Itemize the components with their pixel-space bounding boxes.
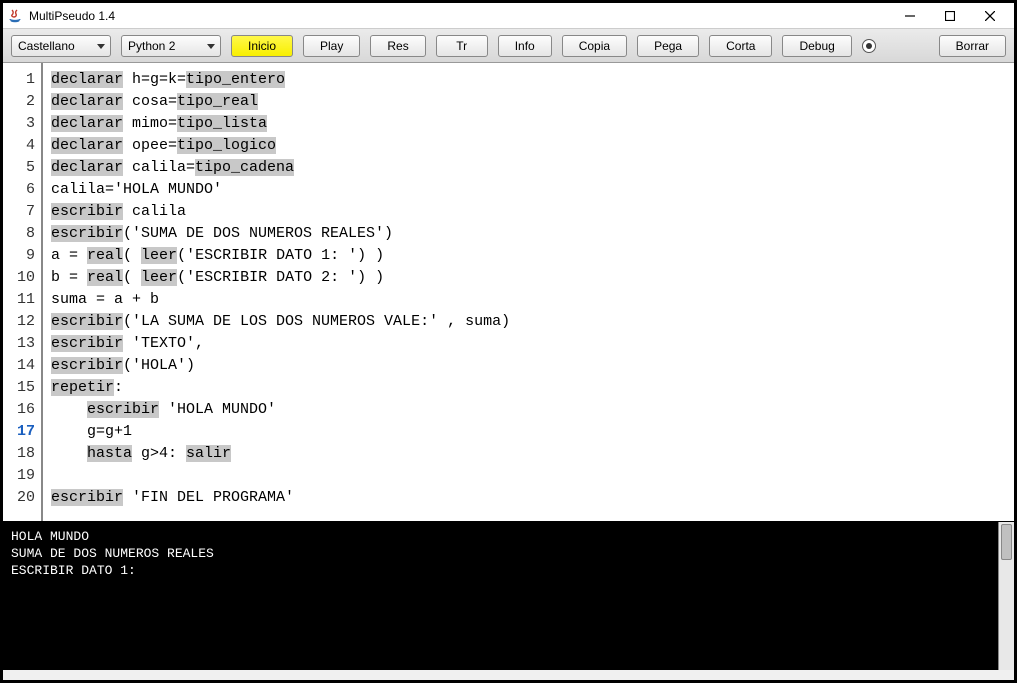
- close-button[interactable]: [970, 4, 1010, 28]
- console-panel: HOLA MUNDO SUMA DE DOS NUMEROS REALES ES…: [3, 522, 1014, 670]
- console-output[interactable]: HOLA MUNDO SUMA DE DOS NUMEROS REALES ES…: [3, 522, 998, 670]
- line-number: 19: [3, 465, 41, 487]
- code-area[interactable]: declarar h=g=k=tipo_enterodeclarar cosa=…: [43, 63, 1014, 521]
- line-number: 17: [3, 421, 41, 443]
- res-button[interactable]: Res: [370, 35, 425, 57]
- code-line[interactable]: b = real( leer('ESCRIBIR DATO 2: ') ): [51, 267, 1006, 289]
- language-select[interactable]: Castellano: [11, 35, 111, 57]
- code-line[interactable]: declarar h=g=k=tipo_entero: [51, 69, 1006, 91]
- window-title: MultiPseudo 1.4: [29, 9, 115, 23]
- line-number: 9: [3, 245, 41, 267]
- code-line[interactable]: calila='HOLA MUNDO': [51, 179, 1006, 201]
- scrollbar-thumb[interactable]: [1001, 524, 1012, 560]
- code-line[interactable]: repetir:: [51, 377, 1006, 399]
- line-number: 1: [3, 69, 41, 91]
- line-number: 6: [3, 179, 41, 201]
- toolbar: Castellano Python 2 Inicio Play Res Tr I…: [3, 29, 1014, 63]
- code-line[interactable]: hasta g>4: salir: [51, 443, 1006, 465]
- line-number: 5: [3, 157, 41, 179]
- console-scrollbar[interactable]: [998, 522, 1014, 670]
- borrar-button[interactable]: Borrar: [939, 35, 1006, 57]
- maximize-button[interactable]: [930, 4, 970, 28]
- code-line[interactable]: escribir('SUMA DE DOS NUMEROS REALES'): [51, 223, 1006, 245]
- code-line[interactable]: escribir 'FIN DEL PROGRAMA': [51, 487, 1006, 509]
- line-number: 16: [3, 399, 41, 421]
- python-select[interactable]: Python 2: [121, 35, 221, 57]
- code-line[interactable]: declarar mimo=tipo_lista: [51, 113, 1006, 135]
- code-line[interactable]: declarar opee=tipo_logico: [51, 135, 1006, 157]
- line-number: 18: [3, 443, 41, 465]
- tr-button[interactable]: Tr: [436, 35, 488, 57]
- java-icon: [7, 8, 23, 24]
- code-line[interactable]: declarar calila=tipo_cadena: [51, 157, 1006, 179]
- debug-button[interactable]: Debug: [782, 35, 851, 57]
- titlebar: MultiPseudo 1.4: [3, 3, 1014, 29]
- line-number: 11: [3, 289, 41, 311]
- pega-button[interactable]: Pega: [637, 35, 699, 57]
- line-number: 4: [3, 135, 41, 157]
- copia-button[interactable]: Copia: [562, 35, 627, 57]
- code-line[interactable]: escribir('LA SUMA DE LOS DOS NUMEROS VAL…: [51, 311, 1006, 333]
- debug-radio[interactable]: [862, 39, 876, 53]
- line-number: 3: [3, 113, 41, 135]
- line-gutter: 1234567891011121314151617181920: [3, 63, 43, 521]
- minimize-button[interactable]: [890, 4, 930, 28]
- line-number: 15: [3, 377, 41, 399]
- editor[interactable]: 1234567891011121314151617181920 declarar…: [3, 63, 1014, 522]
- code-line[interactable]: [51, 465, 1006, 487]
- code-line[interactable]: declarar cosa=tipo_real: [51, 91, 1006, 113]
- code-line[interactable]: escribir 'TEXTO',: [51, 333, 1006, 355]
- code-line[interactable]: g=g+1: [51, 421, 1006, 443]
- line-number: 8: [3, 223, 41, 245]
- app-window: MultiPseudo 1.4 Castellano Python 2 Inic…: [0, 0, 1017, 683]
- corta-button[interactable]: Corta: [709, 35, 772, 57]
- code-line[interactable]: escribir 'HOLA MUNDO': [51, 399, 1006, 421]
- line-number: 13: [3, 333, 41, 355]
- info-button[interactable]: Info: [498, 35, 552, 57]
- code-line[interactable]: suma = a + b: [51, 289, 1006, 311]
- line-number: 2: [3, 91, 41, 113]
- line-number: 20: [3, 487, 41, 509]
- code-line[interactable]: a = real( leer('ESCRIBIR DATO 1: ') ): [51, 245, 1006, 267]
- line-number: 7: [3, 201, 41, 223]
- line-number: 10: [3, 267, 41, 289]
- line-number: 14: [3, 355, 41, 377]
- line-number: 12: [3, 311, 41, 333]
- play-button[interactable]: Play: [303, 35, 360, 57]
- code-line[interactable]: escribir calila: [51, 201, 1006, 223]
- code-line[interactable]: escribir('HOLA'): [51, 355, 1006, 377]
- inicio-button[interactable]: Inicio: [231, 35, 293, 57]
